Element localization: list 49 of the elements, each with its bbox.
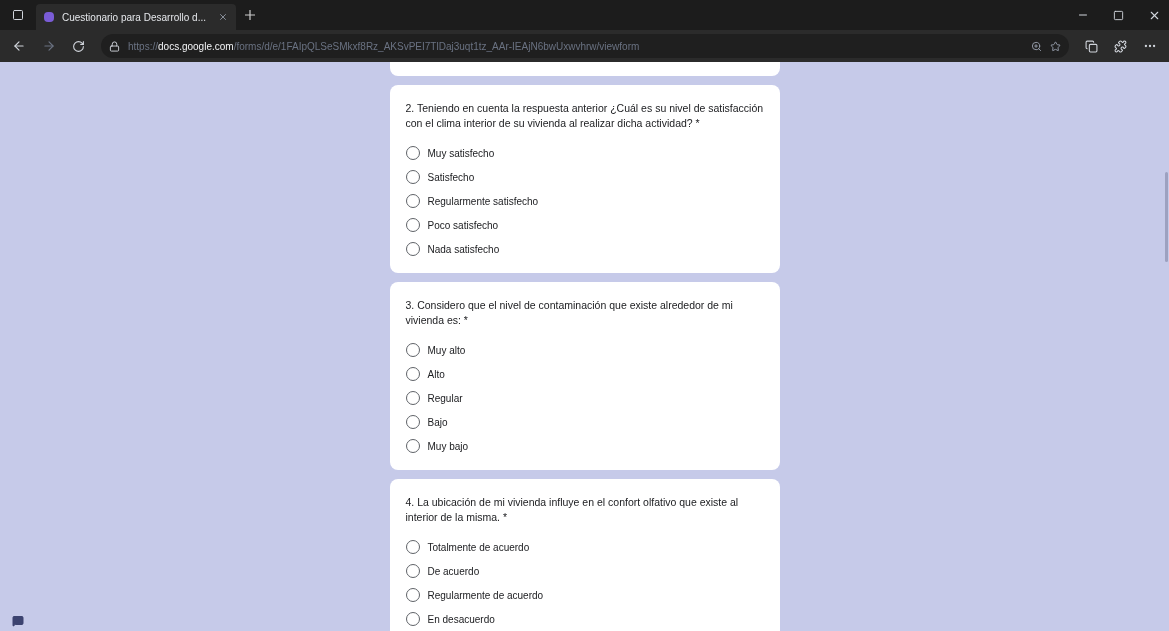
option-label: Regular (427, 391, 463, 406)
new-tab-icon[interactable] (244, 9, 256, 21)
forms-favicon-icon (44, 12, 54, 22)
favorite-icon[interactable] (1050, 40, 1061, 52)
question-text: 2. Teniendo en cuenta la respuesta anterior ¿Cuál es su nivel de satisfacción con el clima interior de su vivienda al realizar dicha actividad? * (405, 101, 764, 131)
reload-icon[interactable] (72, 39, 85, 53)
option-label: Totalmente de acuerdo (427, 540, 530, 555)
back-icon[interactable] (12, 39, 26, 53)
maximize-icon[interactable] (1113, 9, 1124, 21)
option-label: Satisfecho (427, 170, 475, 185)
option-label: Regularmente satisfecho (427, 194, 539, 209)
scrollbar-thumb[interactable] (1165, 172, 1168, 262)
forward-icon[interactable] (42, 39, 56, 53)
option-label: Alto (427, 367, 445, 382)
radio-option[interactable]: Alto (405, 362, 764, 386)
radio-option[interactable]: Regular (405, 386, 764, 410)
url-text: https://docs.google.com/forms/d/e/1FAIpQLSeSMkxf8Rz_AKSvPEI7TlDaj3uqt1tz_AAr-IEAjN6bwUxwvhrw/viewform (128, 39, 641, 54)
tab-title: Cuestionario para Desarrollo d... (62, 10, 207, 25)
radio-option[interactable]: Bajo (405, 410, 764, 434)
option-label: Muy satisfecho (427, 146, 495, 161)
zoom-icon[interactable] (1031, 40, 1042, 52)
extensions-icon[interactable] (1114, 39, 1127, 53)
radio-option[interactable]: Regularmente de acuerdo (405, 583, 764, 607)
lock-icon (109, 40, 120, 52)
browser-tab[interactable]: Cuestionario para Desarrollo d... (36, 4, 236, 30)
window-menu-icon[interactable] (12, 9, 24, 21)
question-text: 4. La ubicación de mi vivienda influye en el confort olfativo que existe al interior de la misma. * (405, 495, 740, 525)
radio-option[interactable]: Totalmente de acuerdo (405, 535, 764, 559)
radio-option[interactable]: Poco satisfecho (405, 213, 764, 237)
option-label: En desacuerdo (427, 612, 495, 627)
option-label: Muy alto (427, 343, 466, 358)
radio-option[interactable]: Regularmente satisfecho (405, 189, 764, 213)
question-text: 3. Considero que el nivel de contaminación que existe alrededor de mi vivienda es: * (405, 298, 734, 328)
collections-icon[interactable] (1085, 39, 1098, 53)
option-label: Nada satisfecho (427, 242, 500, 257)
radio-option[interactable]: En desacuerdo (405, 607, 764, 631)
option-label: Poco satisfecho (427, 218, 499, 233)
option-label: Bajo (427, 415, 448, 430)
option-label: Regularmente de acuerdo (427, 588, 544, 603)
address-bar[interactable]: https://docs.google.com/forms/d/e/1FAIpQLSeSMkxf8Rz_AKSvPEI7TlDaj3uqt1tz_AAr-IEAjN6bwUxwvhrw/viewform (101, 34, 1069, 58)
option-label: Muy bajo (427, 439, 469, 454)
radio-option[interactable]: Satisfecho (405, 165, 764, 189)
feedback-icon[interactable] (12, 615, 24, 627)
option-label: De acuerdo (427, 564, 480, 579)
radio-option[interactable]: Muy alto (405, 338, 764, 362)
radio-option[interactable]: Muy bajo (405, 434, 764, 458)
radio-option[interactable]: Nada satisfecho (405, 237, 764, 261)
radio-option[interactable]: De acuerdo (405, 559, 764, 583)
radio-option[interactable]: Muy satisfecho (405, 141, 764, 165)
